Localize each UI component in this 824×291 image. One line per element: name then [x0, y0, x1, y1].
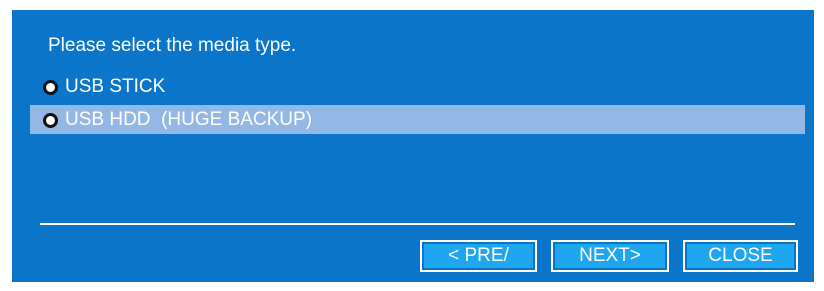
option-label: USB HDD (HUGE BACKUP) — [65, 109, 313, 130]
close-button-label: CLOSE — [687, 244, 794, 268]
option-usb-hdd[interactable]: USB HDD (HUGE BACKUP) — [30, 105, 805, 134]
media-type-dialog: Please select the media type. USB STICK … — [12, 10, 814, 282]
option-usb-stick[interactable]: USB STICK — [30, 72, 805, 101]
previous-button[interactable]: < PRE/ — [420, 240, 537, 272]
previous-button-label: < PRE/ — [424, 244, 533, 268]
divider — [40, 223, 795, 225]
next-button-label: NEXT> — [555, 244, 665, 268]
close-button[interactable]: CLOSE — [683, 240, 798, 272]
radio-bullet-icon[interactable] — [43, 80, 58, 95]
radio-bullet-icon[interactable] — [43, 113, 58, 128]
option-label: USB STICK — [65, 76, 166, 97]
dialog-prompt: Please select the media type. — [48, 35, 297, 56]
next-button[interactable]: NEXT> — [551, 240, 669, 272]
